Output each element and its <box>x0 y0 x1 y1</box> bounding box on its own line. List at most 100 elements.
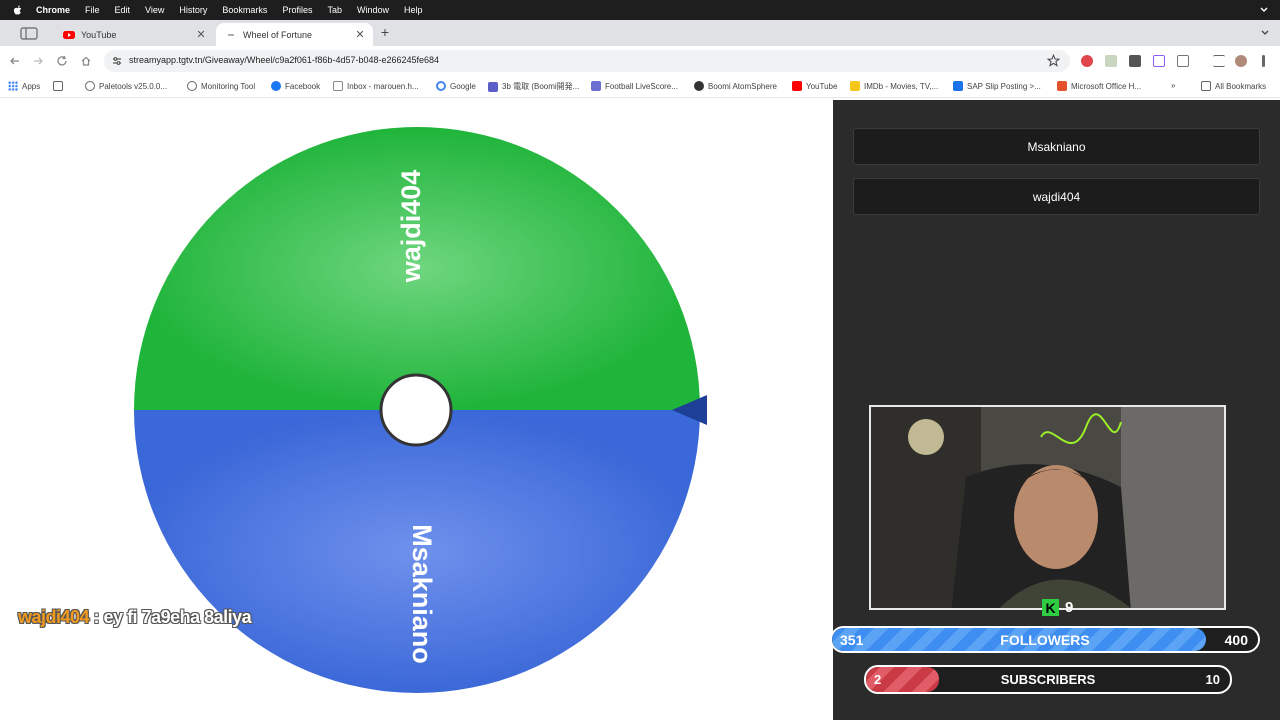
teams-icon <box>488 81 498 92</box>
bookmark-label: Football LiveScore... <box>605 81 678 91</box>
twitch-extension-icon[interactable] <box>1153 55 1165 67</box>
diamond-extension-icon[interactable] <box>1129 55 1141 67</box>
bookmark-google[interactable]: Google <box>436 81 476 91</box>
forward-icon[interactable] <box>31 54 45 68</box>
subscribers-label: SUBSCRIBERS <box>1000 672 1096 687</box>
bookmark-label: Facebook <box>285 81 321 91</box>
sap-icon <box>953 81 963 91</box>
menu-view[interactable]: View <box>145 5 164 15</box>
bookmark-boomi-dev[interactable]: 3b 電取 (Boomi開発... <box>488 81 579 92</box>
all-bookmarks-button[interactable]: All Bookmarks <box>1201 81 1266 91</box>
bookmark-label: Monitoring Tool <box>201 81 256 91</box>
menu-profiles[interactable]: Profiles <box>282 5 312 15</box>
bookmark-label: YouTube <box>806 81 838 91</box>
bookmark-monitoring[interactable]: Monitoring Tool <box>187 81 255 91</box>
bookmark-apps[interactable]: Apps <box>8 81 40 91</box>
entry-item[interactable]: Msakniano <box>853 128 1260 165</box>
menu-bookmarks[interactable]: Bookmarks <box>222 5 267 15</box>
tab-search-icon[interactable] <box>20 27 38 40</box>
reload-icon[interactable] <box>55 54 69 68</box>
tab-wheel-of-fortune[interactable]: Wheel of Fortune ✕ <box>216 23 373 46</box>
new-tab-button[interactable]: + <box>377 24 393 40</box>
subscribers-current: 2 <box>874 672 882 687</box>
wheel-hub[interactable] <box>379 373 453 447</box>
tab-close-icon[interactable]: ✕ <box>353 28 367 41</box>
menu-bar: Chrome File Edit View History Bookmarks … <box>0 0 1280 20</box>
bookmark-label: Microsoft Office H... <box>1071 81 1142 91</box>
globe-icon <box>85 81 95 91</box>
apps-grid-icon <box>8 81 18 91</box>
google-icon <box>436 81 446 91</box>
youtube-icon <box>63 30 75 39</box>
tab-close-icon[interactable]: ✕ <box>194 28 208 41</box>
webcam-feed <box>869 405 1226 610</box>
viewer-count: 9 <box>1065 599 1074 616</box>
bookmark-grid[interactable] <box>53 81 67 91</box>
control-center-icon[interactable] <box>1258 4 1270 16</box>
menu-edit[interactable]: Edit <box>115 5 131 15</box>
bookmark-paletools[interactable]: Paletools v25.0.0... <box>85 81 167 91</box>
tab-youtube[interactable]: YouTube ✕ <box>54 23 214 46</box>
youtube-icon <box>792 81 802 91</box>
tab-title: YouTube <box>81 29 117 40</box>
chevron-right-icon: » <box>1171 81 1176 90</box>
k-extension-icon[interactable] <box>1105 55 1117 67</box>
chevron-down-icon[interactable] <box>1260 28 1270 38</box>
address-bar[interactable]: streamyapp.tgtv.tn/Giveaway/Wheel/c9a2f0… <box>104 50 1070 72</box>
followers-current: 351 <box>840 631 864 648</box>
grid-icon <box>53 81 63 91</box>
entry-item[interactable]: wajdi404 <box>853 178 1260 215</box>
bookmark-facebook[interactable]: Facebook <box>271 81 320 91</box>
bookmark-sap[interactable]: SAP Slip Posting >... <box>953 81 1041 91</box>
office-icon <box>1057 81 1067 91</box>
followers-goal-bar: FOLLOWERS 351 400 <box>830 626 1260 653</box>
menu-file[interactable]: File <box>85 5 100 15</box>
chat-overlay-message: wajdi404 : ey fi 7a9eha 8aliya <box>18 607 252 628</box>
wheel-label-bottom: Msakniano <box>407 524 437 664</box>
bookmark-imdb[interactable]: IMDb - Movies, TV,... <box>850 81 938 91</box>
chrome-menu-icon[interactable] <box>1262 55 1265 67</box>
menu-chrome[interactable]: Chrome <box>36 5 70 15</box>
bookmark-label: 3b 電取 (Boomi開発... <box>502 82 580 91</box>
facebook-icon <box>271 81 281 91</box>
boomi-icon <box>694 81 704 91</box>
bookmark-inbox[interactable]: Inbox - marouen.h... <box>333 81 419 91</box>
site-info-icon[interactable] <box>111 55 123 67</box>
subscribers-goal: 10 <box>1205 672 1220 687</box>
bookmarks-overflow-button[interactable]: » <box>1171 81 1175 90</box>
bookmark-label: Google <box>450 81 476 91</box>
back-icon[interactable] <box>8 54 22 68</box>
chat-text: : ey fi 7a9eha 8aliya <box>89 607 252 627</box>
menu-tab[interactable]: Tab <box>327 5 342 15</box>
bookmark-boomi[interactable]: Boomi AtomSphere <box>694 81 777 91</box>
bookmark-youtube[interactable]: YouTube <box>792 81 837 91</box>
menu-window[interactable]: Window <box>357 5 389 15</box>
kick-viewer-count: K 9 <box>1042 599 1073 616</box>
bookmark-label: Boomi AtomSphere <box>708 81 777 91</box>
adblock-extension-icon[interactable] <box>1081 55 1093 67</box>
home-icon[interactable] <box>79 54 93 68</box>
wheel-page: wajdi404 Msakniano wajdi404 : ey fi 7a9e… <box>0 100 833 720</box>
bookmark-football[interactable]: Football LiveScore... <box>591 81 678 91</box>
webcam-image <box>871 407 1224 608</box>
loading-icon <box>228 33 234 36</box>
globe-icon <box>187 81 197 91</box>
url-text[interactable]: streamyapp.tgtv.tn/Giveaway/Wheel/c9a2f0… <box>129 55 439 65</box>
profile-avatar[interactable] <box>1235 55 1247 67</box>
menu-help[interactable]: Help <box>404 5 423 15</box>
imdb-icon <box>850 81 860 91</box>
media-controls-icon[interactable] <box>1213 55 1225 67</box>
bookmark-label: IMDb - Movies, TV,... <box>864 81 939 91</box>
wheel-label-top: wajdi404 <box>396 170 426 284</box>
kick-icon: K <box>1042 599 1059 616</box>
bookmark-label: SAP Slip Posting >... <box>967 81 1041 91</box>
apple-icon[interactable] <box>12 4 24 16</box>
bookmark-label: Apps <box>22 81 41 91</box>
menu-history[interactable]: History <box>179 5 207 15</box>
bookmark-star-icon[interactable] <box>1047 54 1060 67</box>
folder-icon <box>1201 81 1211 91</box>
followers-label: FOLLOWERS <box>1000 631 1090 648</box>
tab-strip: YouTube ✕ Wheel of Fortune ✕ + <box>0 20 1280 46</box>
bookmark-office[interactable]: Microsoft Office H... <box>1057 81 1141 91</box>
extensions-puzzle-icon[interactable] <box>1177 55 1189 67</box>
